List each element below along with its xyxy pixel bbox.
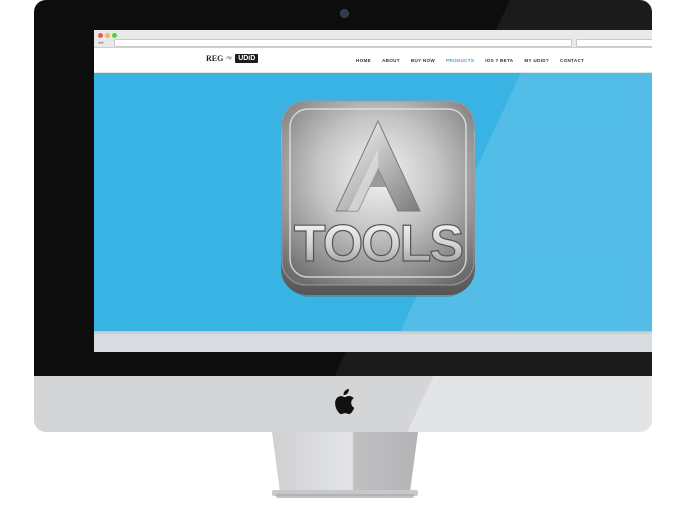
minimize-window-button[interactable] xyxy=(105,33,110,38)
main-nav: HOME ABOUT BUY NOW PRODUCTS IOS 7 BETA M… xyxy=(356,58,595,63)
camera-icon xyxy=(340,9,349,18)
site-logo[interactable]: REG my UDiD xyxy=(206,54,259,63)
apple-logo-icon xyxy=(331,388,355,421)
browser-chrome: ◂▸ ⤢ xyxy=(94,30,652,48)
zoom-window-button[interactable] xyxy=(112,33,117,38)
hero-bottom-shadow xyxy=(94,331,652,335)
browser-search-input[interactable] xyxy=(576,39,652,47)
app-tools-icon[interactable]: TOOLS xyxy=(278,99,478,304)
monitor-chin xyxy=(34,376,652,432)
logo-badge: UDiD xyxy=(235,54,259,63)
screen: ◂▸ ⤢ REG my UDiD HOME ABOUT BUY NOW PROD… xyxy=(94,30,652,352)
back-forward-icon[interactable]: ◂▸ xyxy=(98,40,105,46)
nav-contact[interactable]: CONTACT xyxy=(560,58,584,63)
nav-about[interactable]: ABOUT xyxy=(382,58,400,63)
address-bar[interactable] xyxy=(114,39,572,47)
monitor-bezel: ◂▸ ⤢ REG my UDiD HOME ABOUT BUY NOW PROD… xyxy=(34,0,652,376)
monitor-stand xyxy=(272,432,418,505)
nav-ios7-beta[interactable]: IOS 7 BETA xyxy=(485,58,513,63)
nav-buy-now[interactable]: BUY NOW xyxy=(411,58,435,63)
site-header: REG my UDiD HOME ABOUT BUY NOW PRODUCTS … xyxy=(94,48,652,73)
close-window-button[interactable] xyxy=(98,33,103,38)
app-icon-label: TOOLS xyxy=(294,215,462,273)
logo-prefix: REG xyxy=(206,54,224,63)
nav-products[interactable]: PRODUCTS xyxy=(446,58,474,63)
nav-my-udid[interactable]: MY UDID? xyxy=(524,58,549,63)
nav-home[interactable]: HOME xyxy=(356,58,371,63)
logo-connector: my xyxy=(226,56,233,61)
